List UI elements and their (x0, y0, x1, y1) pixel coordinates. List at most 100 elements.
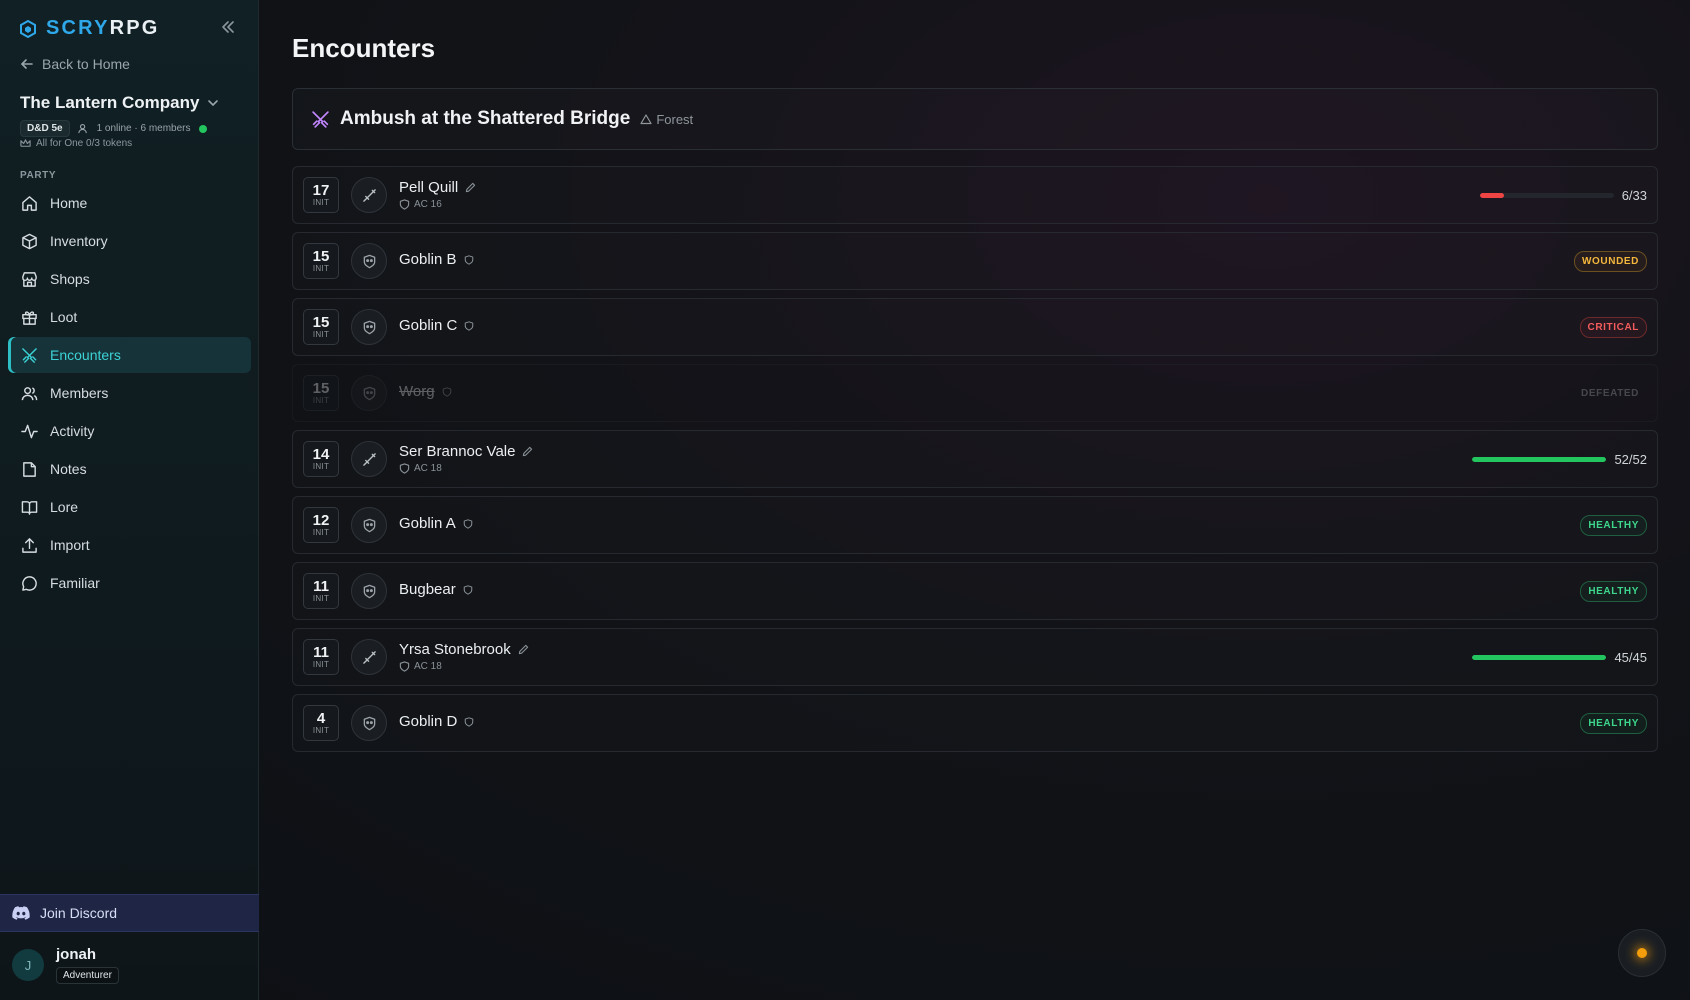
users-icon (21, 386, 38, 400)
discord-icon (12, 906, 30, 920)
stat-block-icon[interactable] (463, 518, 473, 529)
sidebar-item-encounters[interactable]: Encounters (8, 337, 251, 373)
combatant-name[interactable]: Goblin C (399, 317, 457, 334)
combatant-row[interactable]: 15 INIT Goblin B WOUNDED (292, 232, 1658, 290)
hp-bar (1472, 655, 1607, 660)
user-profile[interactable]: J jonah Adventurer (12, 946, 119, 984)
combatant-name[interactable]: Worg (399, 383, 435, 400)
brand-part-1: SCRY (46, 17, 110, 39)
combatant-name[interactable]: Goblin B (399, 251, 457, 268)
gift-icon (22, 310, 37, 325)
back-label: Back to Home (42, 56, 130, 72)
online-indicator (198, 124, 207, 133)
tokens-line: All for One 0/3 tokens (20, 138, 132, 149)
initiative-label: INIT (312, 330, 330, 339)
combatant-row[interactable]: 14 INIT Ser Brannoc Vale AC 18 52/52 (292, 430, 1658, 488)
sidebar-item-label: Loot (50, 309, 78, 325)
join-discord-button[interactable]: Join Discord (0, 894, 259, 932)
sidebar-item-label: Familiar (50, 575, 100, 591)
sidebar: SCRYRPG Back to Home The Lantern Company… (0, 0, 259, 1000)
sidebar-item-label: Shops (50, 271, 90, 287)
initiative-box: 4 INIT (303, 705, 339, 741)
sword-icon (362, 650, 376, 664)
combatant-row[interactable]: 4 INIT Goblin D HEALTHY (292, 694, 1658, 752)
armor-class: AC 18 (399, 463, 533, 474)
monster-role-badge (351, 507, 387, 543)
combatant-info: Worg (399, 383, 452, 400)
initiative-value: 15 (312, 314, 330, 331)
name-line: Ser Brannoc Vale (399, 443, 533, 460)
player-role-badge (351, 441, 387, 477)
discord-label: Join Discord (40, 905, 118, 921)
crossed-swords-icon (22, 347, 37, 363)
familiar-orb-button[interactable] (1618, 929, 1666, 977)
back-to-home-link[interactable]: Back to Home (20, 56, 130, 72)
combatant-info: Bugbear (399, 581, 473, 598)
initiative-box: 17 INIT (303, 177, 339, 213)
combatant-name[interactable]: Goblin D (399, 713, 457, 730)
sidebar-item-import[interactable]: Import (8, 527, 251, 563)
hp-bar (1472, 457, 1607, 462)
sidebar-item-shops[interactable]: Shops (8, 261, 251, 297)
initiative-value: 15 (312, 380, 330, 397)
combatant-name[interactable]: Pell Quill (399, 179, 458, 196)
chevron-down-icon (208, 100, 219, 107)
stat-block-icon[interactable] (464, 254, 474, 265)
initiative-box: 12 INIT (303, 507, 339, 543)
collapse-sidebar-icon[interactable] (220, 19, 236, 35)
sidebar-item-loot[interactable]: Loot (8, 299, 251, 335)
sidebar-item-label: Lore (50, 499, 79, 515)
initiative-value: 11 (313, 578, 329, 595)
sidebar-item-home[interactable]: Home (8, 185, 251, 221)
combatant-name[interactable]: Bugbear (399, 581, 456, 598)
combatant-name[interactable]: Yrsa Stonebrook (399, 641, 511, 658)
name-line: Goblin D (399, 713, 474, 730)
player-role-badge (351, 177, 387, 213)
combatant-row[interactable]: 12 INIT Goblin A HEALTHY (292, 496, 1658, 554)
initiative-label: INIT (312, 660, 330, 669)
sidebar-item-inventory[interactable]: Inventory (8, 223, 251, 259)
hp-text: 6/33 (1621, 188, 1647, 203)
combatant-row[interactable]: 15 INIT Worg DEFEATED (292, 364, 1658, 422)
combatant-info: Yrsa Stonebrook AC 18 (399, 641, 529, 672)
stat-block-icon[interactable] (464, 716, 474, 727)
sidebar-item-label: Encounters (50, 347, 121, 363)
sidebar-item-members[interactable]: Members (8, 375, 251, 411)
initiative-box: 15 INIT (303, 375, 339, 411)
monster-role-badge (351, 243, 387, 279)
name-line: Goblin C (399, 317, 474, 334)
sword-icon (362, 188, 376, 202)
name-line: Worg (399, 383, 452, 400)
pencil-icon[interactable] (522, 446, 533, 457)
sidebar-item-activity[interactable]: Activity (8, 413, 251, 449)
initiative-label: INIT (312, 594, 330, 603)
initiative-label: INIT (312, 396, 330, 405)
sidebar-item-lore[interactable]: Lore (8, 489, 251, 525)
stat-block-icon[interactable] (463, 584, 473, 595)
combatant-name[interactable]: Ser Brannoc Vale (399, 443, 515, 460)
initiative-value: 17 (312, 182, 330, 199)
pencil-icon[interactable] (465, 182, 476, 193)
shield-icon (399, 661, 410, 672)
stat-block-icon[interactable] (464, 320, 474, 331)
encounter-title: Ambush at the Shattered Bridge (340, 108, 631, 129)
initiative-list: 17 INIT Pell Quill AC 16 6/33 15 INIT Goblin BW… (292, 166, 1658, 760)
brand[interactable]: SCRYRPG (20, 17, 160, 40)
combatant-name[interactable]: Goblin A (399, 515, 456, 532)
hp-bar-fill (1472, 655, 1607, 660)
combatant-row[interactable]: 17 INIT Pell Quill AC 16 6/33 (292, 166, 1658, 224)
campaign-switcher[interactable]: The Lantern Company (20, 93, 219, 113)
sidebar-item-familiar[interactable]: Familiar (8, 565, 251, 601)
brand-name: SCRYRPG (46, 17, 160, 40)
pencil-icon[interactable] (518, 644, 529, 655)
sidebar-item-notes[interactable]: Notes (8, 451, 251, 487)
combatant-row[interactable]: 11 INIT Yrsa Stonebrook AC 18 45/45 (292, 628, 1658, 686)
name-line: Yrsa Stonebrook (399, 641, 529, 658)
note-icon (23, 461, 36, 477)
chat-icon (22, 575, 37, 591)
combatant-row[interactable]: 15 INIT Goblin C CRITICAL (292, 298, 1658, 356)
presence-text: 1 online · 6 members (96, 123, 191, 134)
stat-block-icon[interactable] (442, 386, 452, 397)
combatant-row[interactable]: 11 INIT Bugbear HEALTHY (292, 562, 1658, 620)
monster-mask-icon (363, 254, 375, 268)
